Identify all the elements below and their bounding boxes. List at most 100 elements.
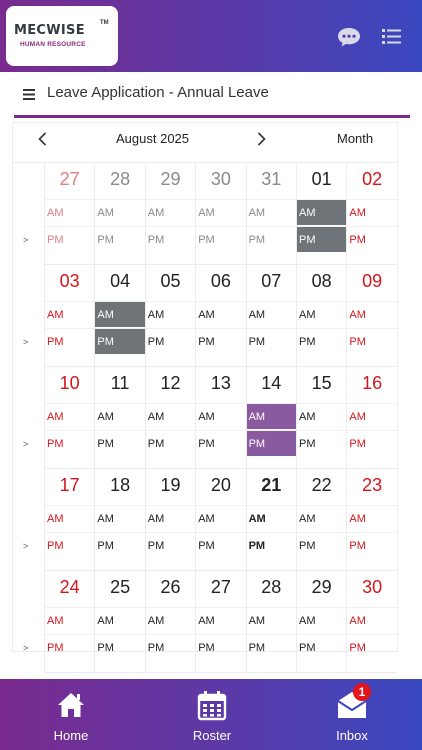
am-slot[interactable]: AM bbox=[347, 403, 397, 429]
am-slot[interactable]: AM bbox=[45, 505, 95, 531]
pm-slot[interactable]: PM bbox=[347, 430, 397, 456]
am-slot[interactable]: AM bbox=[297, 301, 347, 327]
calendar-day-cell[interactable]: 28 AM PM bbox=[94, 163, 145, 265]
pm-slot[interactable]: PM bbox=[95, 430, 145, 456]
pm-slot[interactable]: PM bbox=[196, 226, 246, 252]
week-expand-toggle[interactable]: > bbox=[23, 337, 28, 347]
pm-slot[interactable]: PM bbox=[95, 634, 145, 660]
calendar-day-cell[interactable]: 01 AM PM bbox=[296, 163, 347, 265]
pm-slot[interactable]: PM bbox=[246, 226, 296, 252]
calendar-day-cell[interactable]: 30 AM PM bbox=[346, 571, 397, 673]
calendar-day-cell[interactable]: 26 AM PM bbox=[144, 571, 196, 673]
calendar-day-cell[interactable]: 14 AM PM bbox=[245, 367, 296, 469]
chat-icon[interactable] bbox=[337, 26, 361, 48]
pm-slot[interactable]: PM bbox=[297, 634, 347, 660]
calendar-day-cell[interactable]: 15 AM PM bbox=[296, 367, 347, 469]
am-slot[interactable]: AM bbox=[45, 199, 95, 225]
pm-slot[interactable]: PM bbox=[45, 328, 95, 354]
am-slot[interactable]: AM bbox=[145, 505, 196, 531]
am-slot[interactable]: AM bbox=[297, 607, 347, 633]
pm-slot[interactable]: PM bbox=[196, 532, 246, 558]
calendar-day-cell[interactable]: 17 AM PM bbox=[44, 469, 95, 571]
am-slot[interactable]: AM bbox=[347, 199, 397, 225]
calendar-day-cell[interactable]: 25 AM PM bbox=[94, 571, 145, 673]
pm-slot[interactable]: PM bbox=[145, 430, 196, 456]
pm-slot[interactable]: PM bbox=[145, 532, 196, 558]
calendar-day-cell[interactable]: 22 AM PM bbox=[296, 469, 347, 571]
calendar-day-cell[interactable]: 21 AM PM bbox=[245, 469, 296, 571]
am-slot[interactable]: AM bbox=[347, 505, 397, 531]
pm-slot[interactable]: PM bbox=[297, 226, 347, 252]
list-icon[interactable] bbox=[380, 26, 404, 48]
pm-slot[interactable]: PM bbox=[246, 430, 296, 456]
pm-slot[interactable]: PM bbox=[347, 226, 397, 252]
pm-slot[interactable]: PM bbox=[347, 328, 397, 354]
am-slot[interactable]: AM bbox=[297, 403, 347, 429]
am-slot[interactable]: AM bbox=[95, 607, 145, 633]
am-slot[interactable]: AM bbox=[297, 505, 347, 531]
calendar-day-cell[interactable]: 04 AM PM bbox=[94, 265, 145, 367]
calendar-day-cell[interactable]: 29 AM PM bbox=[296, 571, 347, 673]
am-slot[interactable]: AM bbox=[196, 199, 246, 225]
pm-slot[interactable]: PM bbox=[196, 430, 246, 456]
pm-slot[interactable]: PM bbox=[45, 226, 95, 252]
am-slot[interactable]: AM bbox=[45, 607, 95, 633]
am-slot[interactable]: AM bbox=[196, 607, 246, 633]
pm-slot[interactable]: PM bbox=[45, 430, 95, 456]
am-slot[interactable]: AM bbox=[297, 199, 347, 225]
calendar-day-cell[interactable]: 13 AM PM bbox=[195, 367, 246, 469]
week-expand-toggle[interactable]: > bbox=[23, 643, 28, 653]
am-slot[interactable]: AM bbox=[95, 403, 145, 429]
pm-slot[interactable]: PM bbox=[347, 634, 397, 660]
calendar-day-cell[interactable]: 08 AM PM bbox=[296, 265, 347, 367]
am-slot[interactable]: AM bbox=[347, 301, 397, 327]
am-slot[interactable]: AM bbox=[347, 607, 397, 633]
pm-slot[interactable]: PM bbox=[246, 532, 296, 558]
pm-slot[interactable]: PM bbox=[95, 226, 145, 252]
pm-slot[interactable]: PM bbox=[196, 634, 246, 660]
am-slot[interactable]: AM bbox=[95, 301, 145, 327]
pm-slot[interactable]: PM bbox=[196, 328, 246, 354]
am-slot[interactable]: AM bbox=[95, 199, 145, 225]
am-slot[interactable]: AM bbox=[145, 301, 196, 327]
pm-slot[interactable]: PM bbox=[95, 532, 145, 558]
calendar-day-cell[interactable]: 07 AM PM bbox=[245, 265, 296, 367]
calendar-day-cell[interactable]: 02 AM PM bbox=[346, 163, 397, 265]
pm-slot[interactable]: PM bbox=[246, 634, 296, 660]
calendar-day-cell[interactable]: 03 AM PM bbox=[44, 265, 95, 367]
calendar-day-cell[interactable]: 20 AM PM bbox=[195, 469, 246, 571]
pm-slot[interactable]: PM bbox=[347, 532, 397, 558]
calendar-day-cell[interactable]: 10 AM PM bbox=[44, 367, 95, 469]
nav-roster-button[interactable]: Roster bbox=[157, 679, 267, 750]
am-slot[interactable]: AM bbox=[45, 403, 95, 429]
calendar-day-cell[interactable]: 23 AM PM bbox=[346, 469, 397, 571]
calendar-day-cell[interactable]: 27 AM PM bbox=[44, 163, 95, 265]
am-slot[interactable]: AM bbox=[246, 199, 296, 225]
week-expand-toggle[interactable]: > bbox=[23, 439, 28, 449]
calendar-day-cell[interactable]: 16 AM PM bbox=[346, 367, 397, 469]
calendar-day-cell[interactable]: 12 AM PM bbox=[144, 367, 196, 469]
am-slot[interactable]: AM bbox=[145, 199, 196, 225]
chevron-left-icon[interactable] bbox=[35, 131, 51, 147]
calendar-day-cell[interactable]: 18 AM PM bbox=[94, 469, 145, 571]
am-slot[interactable]: AM bbox=[196, 301, 246, 327]
calendar-day-cell[interactable]: 19 AM PM bbox=[144, 469, 196, 571]
am-slot[interactable]: AM bbox=[145, 607, 196, 633]
view-mode-toggle[interactable]: Month bbox=[337, 131, 373, 146]
am-slot[interactable]: AM bbox=[145, 403, 196, 429]
calendar-day-cell[interactable]: 06 AM PM bbox=[195, 265, 246, 367]
nav-inbox-button[interactable]: 1 Inbox bbox=[297, 679, 407, 750]
pm-slot[interactable]: PM bbox=[95, 328, 145, 354]
pm-slot[interactable]: PM bbox=[45, 532, 95, 558]
pm-slot[interactable]: PM bbox=[145, 226, 196, 252]
am-slot[interactable]: AM bbox=[95, 505, 145, 531]
calendar-day-cell[interactable]: 05 AM PM bbox=[144, 265, 196, 367]
am-slot[interactable]: AM bbox=[45, 301, 95, 327]
am-slot[interactable]: AM bbox=[246, 403, 296, 429]
pm-slot[interactable]: PM bbox=[297, 532, 347, 558]
nav-home-button[interactable]: Home bbox=[16, 679, 126, 750]
am-slot[interactable]: AM bbox=[196, 505, 246, 531]
am-slot[interactable]: AM bbox=[246, 505, 296, 531]
week-expand-toggle[interactable]: > bbox=[23, 541, 28, 551]
calendar-day-cell[interactable]: 27 AM PM bbox=[195, 571, 246, 673]
